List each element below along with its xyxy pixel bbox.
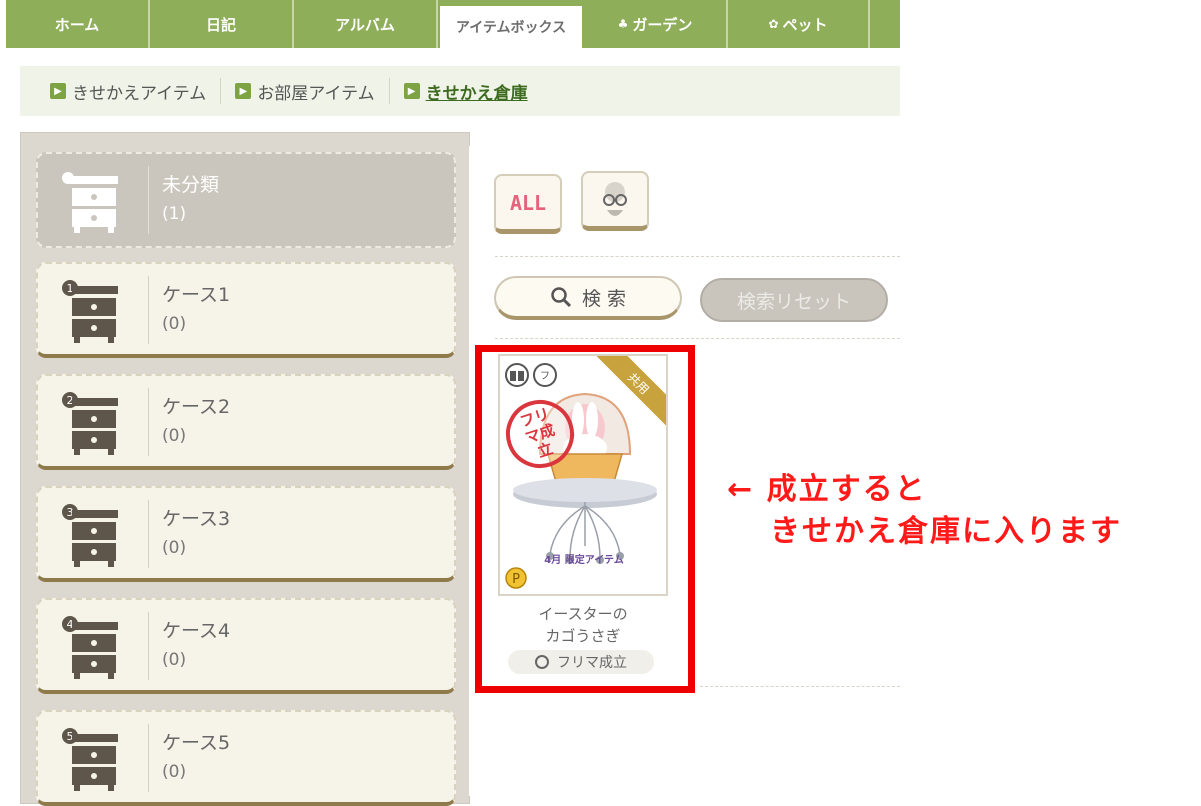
divider <box>495 338 900 339</box>
subnav-dressup-storage-label: きせかえ倉庫 <box>425 83 528 104</box>
case-3[interactable]: 3 ケース3 (0) <box>36 486 456 582</box>
tab-garden-label: ガーデン <box>632 15 693 34</box>
drawer-number-1-icon: 1 <box>62 280 118 343</box>
case-unsorted[interactable]: 未分類 (1) <box>36 152 456 248</box>
case-name: ケース5 <box>162 732 231 754</box>
tab-more[interactable] <box>870 0 898 48</box>
case-name: 未分類 <box>162 174 220 196</box>
search-reset-label: 検索リセット <box>736 290 851 313</box>
tab-home[interactable]: ホーム <box>6 0 150 48</box>
search-button-label: 検 索 <box>581 287 627 310</box>
divider <box>148 612 149 680</box>
filter-all-label: ALL <box>509 190 547 215</box>
case-name: ケース4 <box>162 620 231 642</box>
glasses-face-icon <box>603 181 627 216</box>
case-1[interactable]: 1 ケース1 (0) <box>36 262 456 358</box>
drawer-number-4-icon: 4 <box>62 616 118 679</box>
divider <box>495 256 900 257</box>
search-button[interactable]: 検 索 <box>494 276 682 320</box>
tab-garden[interactable]: ♣ ガーデン <box>584 0 728 48</box>
case-count: (0) <box>162 538 187 558</box>
subnav-dressup-storage[interactable]: ▶ きせかえ倉庫 <box>390 79 542 104</box>
drawer-number-2-icon: 2 <box>62 392 118 455</box>
divider <box>148 724 149 792</box>
case-name: ケース2 <box>162 396 231 418</box>
divider <box>148 500 149 568</box>
filter-all-button[interactable]: ALL <box>494 174 562 234</box>
case-5[interactable]: 5 ケース5 (0) <box>36 710 456 806</box>
case-count: (0) <box>162 314 187 334</box>
tab-item-box-label: アイテムボックス <box>455 20 567 36</box>
arrow-right-icon: ▶ <box>50 83 66 99</box>
drawer-number-5-icon: 5 <box>62 728 118 791</box>
tulip-icon: ♣ <box>617 17 629 31</box>
subnav-dressup-items-label: きせかえアイテム <box>72 83 207 104</box>
case-count: (1) <box>162 204 187 224</box>
subnav-room-items-label: お部屋アイテム <box>257 83 375 104</box>
tab-album-label: アルバム <box>335 15 395 34</box>
search-reset-button[interactable]: 検索リセット <box>700 278 888 322</box>
paw-icon: ✿ <box>768 17 779 31</box>
search-icon <box>551 287 572 308</box>
case-name: ケース1 <box>162 284 231 306</box>
drawer-icon <box>62 172 118 233</box>
annotation-line2: きせかえ倉庫に入ります <box>770 514 1122 549</box>
divider <box>700 686 900 687</box>
drawer-number-3-icon: 3 <box>62 504 118 567</box>
subnav-room-items[interactable]: ▶ お部屋アイテム <box>221 79 388 104</box>
case-4[interactable]: 4 ケース4 (0) <box>36 598 456 694</box>
highlight-box <box>475 345 695 693</box>
arrow-right-icon: ▶ <box>235 83 252 99</box>
subnav-dressup-items[interactable]: ▶ きせかえアイテム <box>20 79 220 104</box>
tab-diary-label: 日記 <box>205 15 236 34</box>
tab-pet-label: ペット <box>782 15 828 34</box>
tab-diary[interactable]: 日記 <box>150 0 294 48</box>
divider <box>148 276 149 344</box>
arrow-right-icon: ▶ <box>403 83 420 99</box>
case-name: ケース3 <box>162 508 231 530</box>
filter-glasses-button[interactable] <box>581 171 649 231</box>
case-count: (0) <box>162 650 187 670</box>
case-count: (0) <box>162 762 187 782</box>
tab-pet[interactable]: ✿ ペット <box>728 0 870 48</box>
case-2[interactable]: 2 ケース2 (0) <box>36 374 456 470</box>
top-navigation: ホーム 日記 アルバム アイテムボックス ♣ ガーデン ✿ ペット <box>6 0 900 48</box>
divider <box>148 388 149 456</box>
tab-album[interactable]: アルバム <box>294 0 438 48</box>
annotation-line1: ← 成立すると <box>727 472 927 507</box>
tab-home-label: ホーム <box>54 15 100 34</box>
tab-item-box[interactable]: アイテムボックス <box>438 4 584 48</box>
divider <box>148 166 149 234</box>
sub-navigation: ▶ きせかえアイテム ▶ お部屋アイテム ▶ きせかえ倉庫 <box>20 66 900 116</box>
case-count: (0) <box>162 426 187 446</box>
